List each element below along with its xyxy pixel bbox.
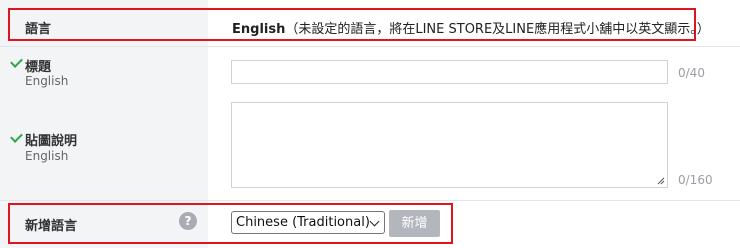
language-label: 語言 (25, 22, 52, 37)
language-value: English（未設定的語言，將在LINE STORE及LINE應用程式小舖中以… (232, 18, 710, 37)
language-value-bold: English (232, 22, 286, 37)
title-label: 標題 (25, 60, 52, 75)
help-icon[interactable]: ? (179, 212, 197, 230)
language-settings-form: 語言 English（未設定的語言，將在LINE STORE及LINE應用程式小… (0, 0, 740, 248)
add-language-button[interactable]: 新增 (389, 210, 440, 237)
row-divider (0, 200, 740, 201)
add-language-label: 新增語言 (25, 219, 78, 234)
description-sublabel: English (25, 149, 69, 163)
title-input[interactable] (231, 60, 668, 84)
language-select[interactable]: Chinese (Traditional) (231, 211, 385, 234)
resize-grip-icon[interactable] (657, 177, 665, 185)
row-divider (0, 46, 740, 47)
title-char-counter: 0/40 (678, 66, 705, 80)
language-value-note: （未設定的語言，將在LINE STORE及LINE應用程式小舖中以英文顯示。） (285, 22, 710, 37)
language-select-value: Chinese (Traditional) (236, 215, 370, 230)
description-textarea[interactable] (231, 102, 668, 188)
description-label: 貼圖說明 (25, 134, 78, 149)
chevron-down-icon (369, 216, 380, 227)
description-char-counter: 0/160 (678, 173, 713, 187)
title-sublabel: English (25, 74, 69, 88)
